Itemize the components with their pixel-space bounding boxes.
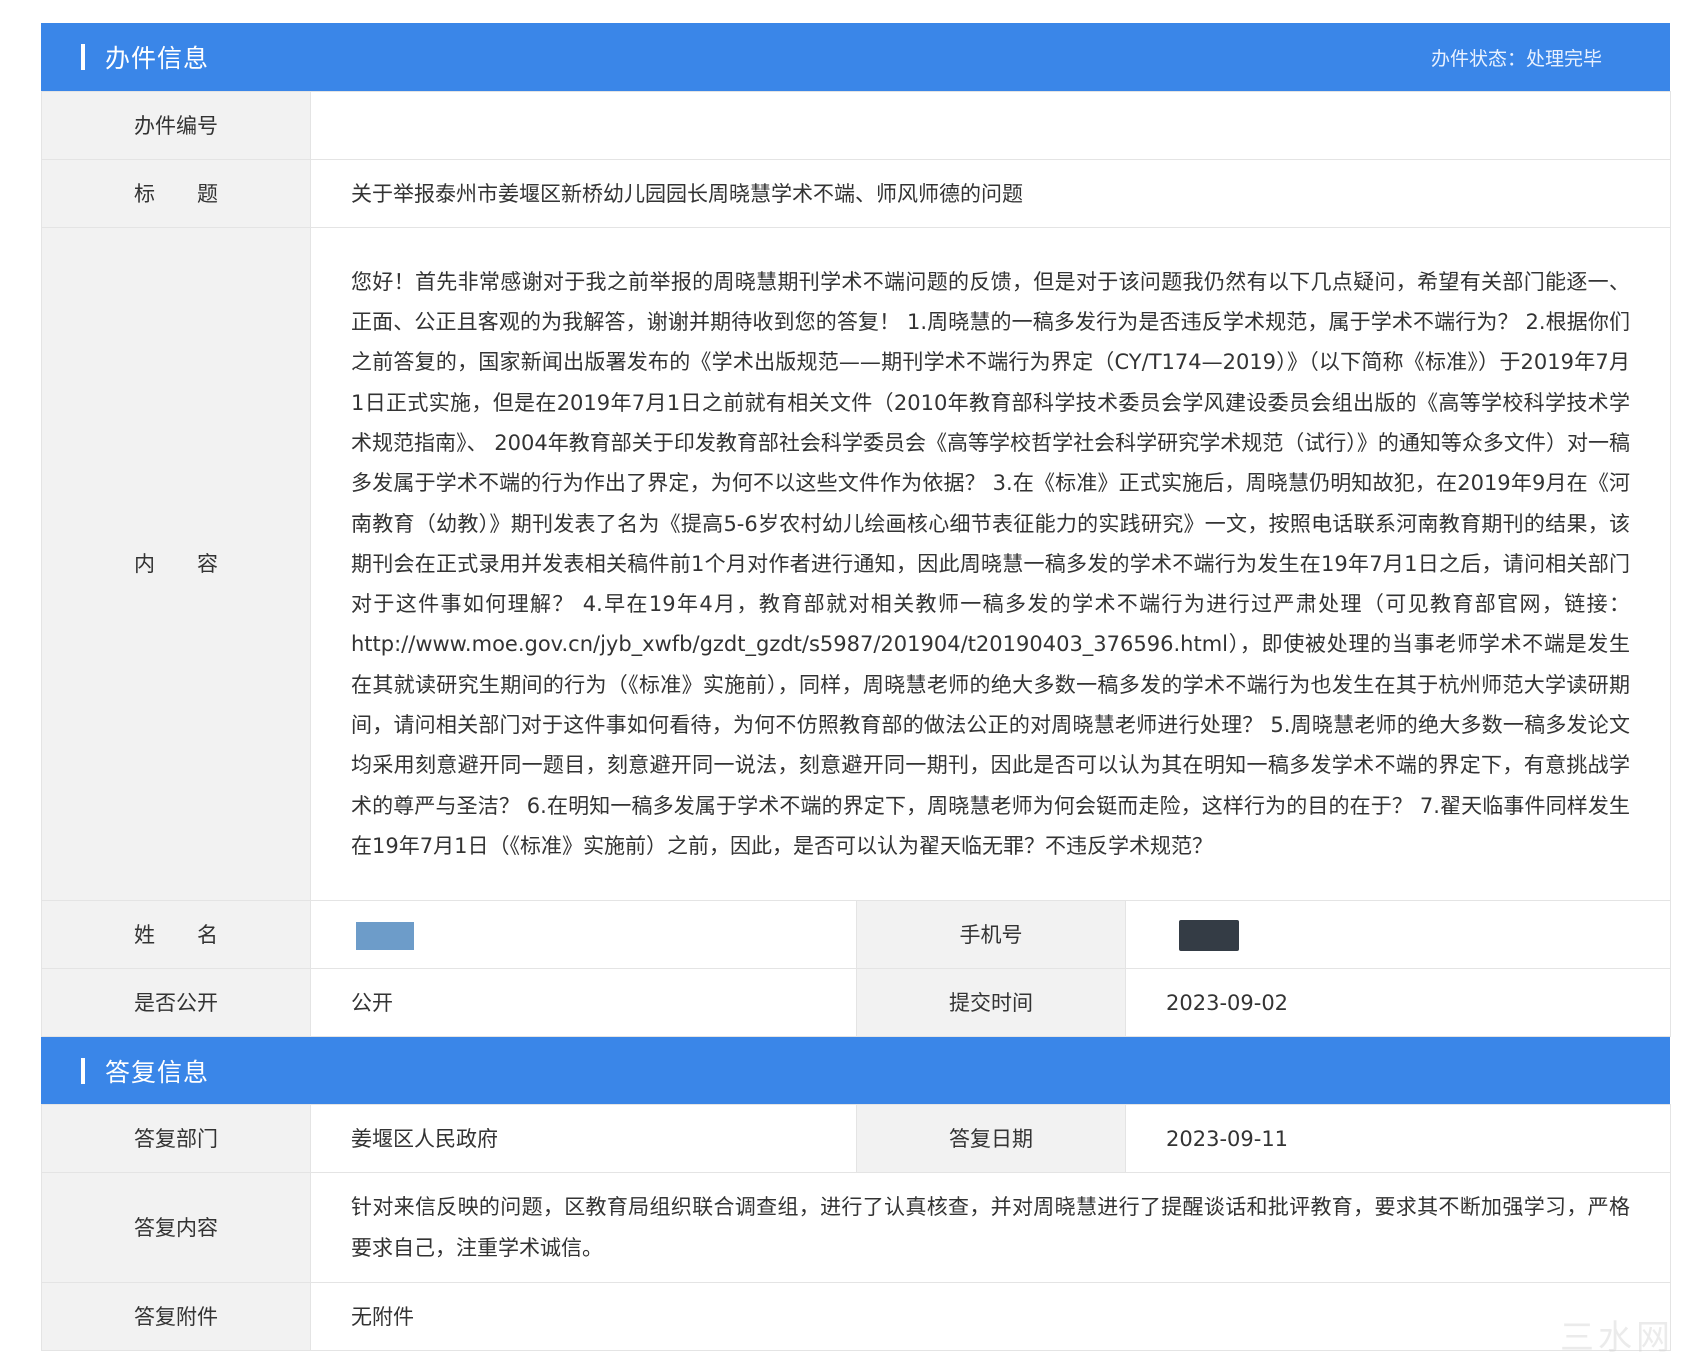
reply-attachment-value: 无附件 xyxy=(310,1282,1671,1351)
name-redaction xyxy=(356,921,414,950)
reply-info-title: 答复信息 xyxy=(105,1057,210,1087)
reply-dept-value: 姜堰区人民政府 xyxy=(310,1104,857,1173)
case-no-row: 办件编号 xyxy=(41,91,1671,160)
page-container: 办件信息 办件状态：处理完毕 办件编号 标 题 关于举报泰州市姜堰区新桥幼儿园园… xyxy=(41,23,1671,1351)
reply-content-value: 针对来信反映的问题，区教育局组织联合调查组，进行了认真核查，并对周晓慧进行了提醒… xyxy=(310,1172,1671,1283)
case-info-title: 办件信息 xyxy=(105,44,210,73)
case-info-table: 办件编号 标 题 关于举报泰州市姜堰区新桥幼儿园园长周晓慧学术不端、师风师德的问… xyxy=(41,91,1671,1037)
section-bar-icon xyxy=(81,1057,85,1084)
case-no-label: 办件编号 xyxy=(41,91,311,160)
case-no-value xyxy=(310,91,1671,160)
title-label: 标 题 xyxy=(41,159,311,228)
content-label: 内 容 xyxy=(41,227,311,901)
title-value: 关于举报泰州市姜堰区新桥幼儿园园长周晓慧学术不端、师风师德的问题 xyxy=(310,159,1671,228)
reply-content-label: 答复内容 xyxy=(41,1172,311,1283)
case-info-header: 办件信息 办件状态：处理完毕 xyxy=(41,23,1670,91)
reply-info-header-left: 答复信息 xyxy=(81,1053,209,1089)
reply-date-value: 2023-09-11 xyxy=(1125,1104,1671,1173)
public-time-row: 是否公开 公开 提交时间 2023-09-02 xyxy=(41,968,1671,1037)
reply-date-label: 答复日期 xyxy=(856,1104,1126,1173)
reply-attachment-label: 答复附件 xyxy=(41,1282,311,1351)
submit-time-label: 提交时间 xyxy=(856,968,1126,1037)
reply-info-header: 答复信息 xyxy=(41,1037,1670,1104)
reply-attachment-row: 答复附件 无附件 xyxy=(41,1282,1671,1351)
reply-info-table: 答复部门 姜堰区人民政府 答复日期 2023-09-11 答复内容 针对来信反映… xyxy=(41,1104,1671,1351)
public-label: 是否公开 xyxy=(41,968,311,1037)
name-label: 姓 名 xyxy=(41,900,311,969)
name-value xyxy=(310,900,857,969)
case-status: 办件状态：处理完毕 xyxy=(1430,47,1602,70)
title-row: 标 题 关于举报泰州市姜堰区新桥幼儿园园长周晓慧学术不端、师风师德的问题 xyxy=(41,159,1671,228)
reply-dept-label: 答复部门 xyxy=(41,1104,311,1173)
submit-time-value: 2023-09-02 xyxy=(1125,968,1671,1037)
reply-content-row: 答复内容 针对来信反映的问题，区教育局组织联合调查组，进行了认真核查，并对周晓慧… xyxy=(41,1172,1671,1283)
section-bar-icon xyxy=(81,44,85,70)
name-phone-row: 姓 名 手机号 xyxy=(41,900,1671,969)
content-value: 您好！首先非常感谢对于我之前举报的周晓慧期刊学术不端问题的反馈，但是对于该问题我… xyxy=(310,227,1671,901)
reply-dept-row: 答复部门 姜堰区人民政府 答复日期 2023-09-11 xyxy=(41,1104,1671,1173)
site-watermark: 三水网 xyxy=(1560,1318,1674,1358)
phone-redaction xyxy=(1179,920,1239,951)
phone-value xyxy=(1125,900,1671,969)
case-info-header-left: 办件信息 xyxy=(81,39,209,75)
public-value: 公开 xyxy=(310,968,857,1037)
content-row: 内 容 您好！首先非常感谢对于我之前举报的周晓慧期刊学术不端问题的反馈，但是对于… xyxy=(41,227,1671,901)
phone-label: 手机号 xyxy=(856,900,1126,969)
